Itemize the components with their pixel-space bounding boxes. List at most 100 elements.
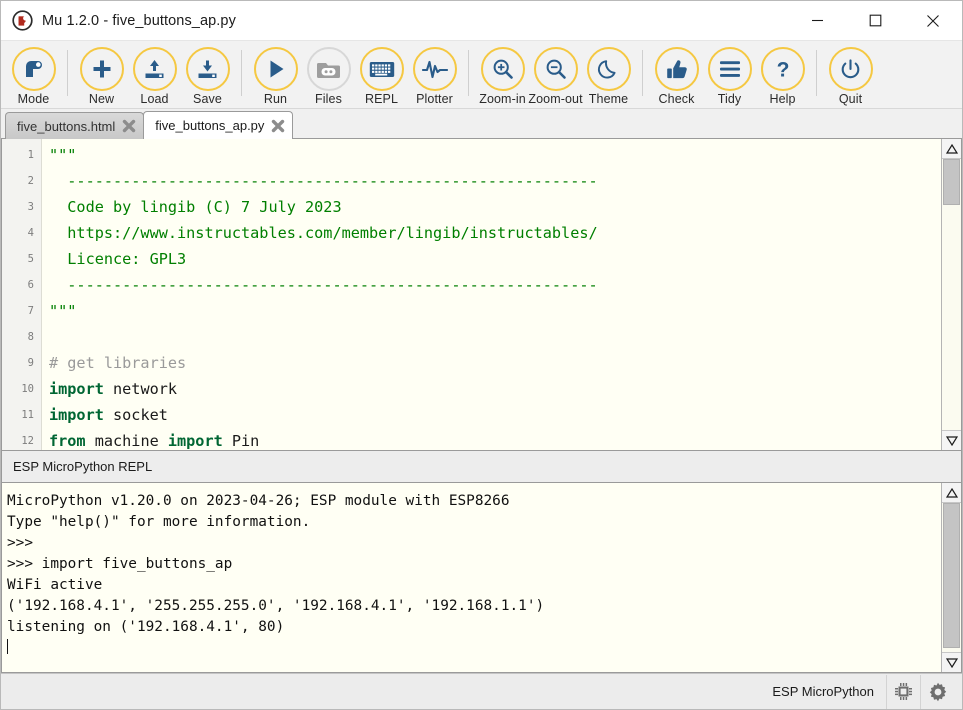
tab-close-icon[interactable] — [271, 119, 285, 133]
repl-header-label: ESP MicroPython REPL — [13, 459, 152, 474]
line-number: 10 — [2, 376, 41, 402]
repl-line: Type "help()" for more information. — [7, 512, 941, 533]
triangle-up-icon[interactable] — [942, 483, 961, 503]
line-number: 5 — [2, 246, 41, 272]
repl-line: listening on ('192.168.4.1', 80) — [7, 617, 941, 638]
window-title: Mu 1.2.0 - five_buttons_ap.py — [42, 13, 236, 29]
repl-line: WiFi active — [7, 575, 941, 596]
toolbar-button-mode[interactable]: Mode — [7, 46, 60, 106]
toolbar-label: Zoom-out — [528, 92, 582, 106]
toolbar-button-help[interactable]: ? Help — [756, 46, 809, 106]
toolbar-button-quit[interactable]: Quit — [824, 46, 877, 106]
gear-icon[interactable] — [920, 675, 954, 709]
run-icon — [254, 47, 298, 91]
line-number: 8 — [2, 324, 41, 350]
code-token: network — [104, 380, 177, 398]
tab-label: five_buttons_ap.py — [155, 118, 264, 133]
toolbar-button-theme[interactable]: Theme — [582, 46, 635, 106]
toolbar-label: Tidy — [718, 92, 742, 106]
code-token: from — [49, 432, 86, 450]
line-number: 7 — [2, 298, 41, 324]
code-token: ----------------------------------------… — [49, 276, 598, 294]
toolbar-button-repl[interactable]: REPL — [355, 46, 408, 106]
code-token: ----------------------------------------… — [49, 172, 598, 190]
code-token: Pin — [223, 432, 260, 450]
toolbar-separator-1 — [67, 50, 68, 96]
code-line: import network — [49, 376, 941, 402]
maximize-button[interactable] — [846, 1, 904, 41]
toolbar-button-check[interactable]: Check — [650, 46, 703, 106]
window-controls — [788, 1, 962, 41]
tab-five-buttons-ap-py[interactable]: five_buttons_ap.py — [143, 111, 293, 139]
code-token: https://www.instructables.com/member/lin… — [49, 224, 598, 242]
status-mode-label: ESP MicroPython — [772, 684, 874, 699]
line-number: 2 — [2, 168, 41, 194]
toolbar-label: New — [89, 92, 114, 106]
tab-five-buttons-html[interactable]: five_buttons.html — [5, 112, 144, 139]
repl-scrollbar[interactable] — [941, 483, 961, 672]
code-line: """ — [49, 142, 941, 168]
code-line — [49, 324, 941, 350]
minimize-button[interactable] — [788, 1, 846, 41]
title-bar: Mu 1.2.0 - five_buttons_ap.py — [1, 1, 962, 41]
toolbar: Mode New Load — [1, 41, 962, 109]
code-editor[interactable]: 123456789101112 """ --------------------… — [1, 139, 962, 451]
triangle-down-icon[interactable] — [942, 652, 961, 672]
svg-text:?: ? — [776, 59, 789, 82]
repl-scroll-track[interactable] — [942, 503, 961, 652]
mu-logo-icon — [12, 10, 33, 31]
toolbar-button-files[interactable]: Files — [302, 46, 355, 106]
zoom-in-icon — [481, 47, 525, 91]
toolbar-separator-5 — [816, 50, 817, 96]
toolbar-button-save[interactable]: Save — [181, 46, 234, 106]
repl-scroll-thumb[interactable] — [943, 503, 960, 648]
load-icon — [133, 47, 177, 91]
repl-line: MicroPython v1.20.0 on 2023-04-26; ESP m… — [7, 491, 941, 512]
line-number: 11 — [2, 402, 41, 428]
toolbar-button-run[interactable]: Run — [249, 46, 302, 106]
files-icon — [307, 47, 351, 91]
line-number-gutter: 123456789101112 — [2, 139, 42, 450]
code-line: Code by lingib (C) 7 July 2023 — [49, 194, 941, 220]
repl-panel[interactable]: MicroPython v1.20.0 on 2023-04-26; ESP m… — [1, 483, 962, 673]
editor-scrollbar[interactable] — [941, 139, 961, 450]
toolbar-separator-4 — [642, 50, 643, 96]
tab-bar: five_buttons.html five_buttons_ap.py — [1, 109, 962, 139]
line-number: 6 — [2, 272, 41, 298]
thumbs-up-icon — [655, 47, 699, 91]
close-button[interactable] — [904, 1, 962, 41]
microchip-icon[interactable] — [886, 675, 920, 709]
toolbar-button-plotter[interactable]: Plotter — [408, 46, 461, 106]
code-line: # get libraries — [49, 350, 941, 376]
status-bar: ESP MicroPython — [1, 673, 962, 709]
toolbar-button-new[interactable]: New — [75, 46, 128, 106]
code-token: Licence: GPL3 — [49, 250, 186, 268]
editor-scroll-thumb[interactable] — [943, 159, 960, 205]
power-icon — [829, 47, 873, 91]
triangle-up-icon[interactable] — [942, 139, 961, 159]
repl-icon — [360, 47, 404, 91]
toolbar-separator-2 — [241, 50, 242, 96]
code-token: import — [49, 380, 104, 398]
save-icon — [186, 47, 230, 91]
code-text-area[interactable]: """ ------------------------------------… — [42, 139, 941, 450]
repl-line: ('192.168.4.1', '255.255.255.0', '192.16… — [7, 596, 941, 617]
new-icon — [80, 47, 124, 91]
code-token: """ — [49, 302, 76, 320]
toolbar-button-tidy[interactable]: Tidy — [703, 46, 756, 106]
toolbar-button-zoom-out[interactable]: Zoom-out — [529, 46, 582, 106]
code-line: ----------------------------------------… — [49, 168, 941, 194]
line-number: 3 — [2, 194, 41, 220]
repl-caret — [7, 638, 941, 659]
mu-editor-window: Mu 1.2.0 - five_buttons_ap.py Mode — [0, 0, 963, 710]
code-token: # get libraries — [49, 354, 186, 372]
repl-output-text[interactable]: MicroPython v1.20.0 on 2023-04-26; ESP m… — [2, 483, 941, 672]
toolbar-label: Files — [315, 92, 342, 106]
editor-scroll-track[interactable] — [942, 159, 961, 430]
triangle-down-icon[interactable] — [942, 430, 961, 450]
toolbar-button-zoom-in[interactable]: Zoom-in — [476, 46, 529, 106]
title-bar-left: Mu 1.2.0 - five_buttons_ap.py — [1, 10, 236, 31]
tab-close-icon[interactable] — [122, 119, 136, 133]
tidy-icon — [708, 47, 752, 91]
toolbar-button-load[interactable]: Load — [128, 46, 181, 106]
